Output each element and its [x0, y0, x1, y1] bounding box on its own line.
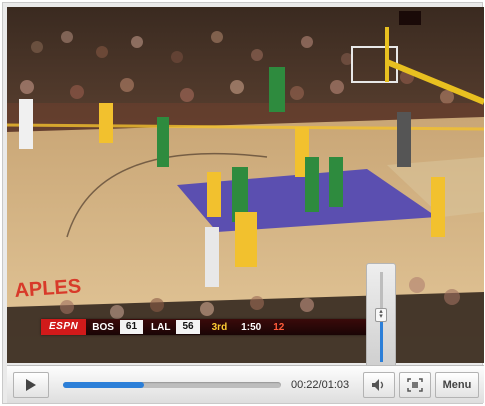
time-display: 00:22/01:03 [291, 379, 350, 391]
volume-button[interactable] [363, 372, 395, 398]
play-button[interactable] [13, 372, 49, 398]
video-player: APLES ESPN BOS 61 LAL 56 3rd 1:50 12 ▴ ▾… [2, 2, 484, 404]
away-team: BOS [92, 321, 114, 333]
away-score: 61 [119, 320, 144, 334]
volume-handle[interactable]: ▴ ▾ [375, 307, 387, 322]
fullscreen-icon [407, 378, 423, 392]
floor-logo-text: APLES [14, 275, 82, 302]
video-area[interactable]: APLES ESPN BOS 61 LAL 56 3rd 1:50 12 [7, 7, 484, 363]
play-icon [26, 379, 36, 391]
home-score: 56 [176, 320, 200, 334]
control-bar: 00:22/01:03 Menu [7, 365, 484, 403]
progress-bar[interactable] [63, 382, 281, 388]
volume-popup: ▴ ▾ [366, 263, 396, 369]
home-team: LAL [151, 321, 171, 333]
speaker-icon [372, 379, 384, 391]
menu-button[interactable]: Menu [435, 372, 479, 398]
game-clock: 1:50 [241, 321, 262, 333]
quarter: 3rd [211, 321, 228, 333]
fullscreen-button[interactable] [399, 372, 431, 398]
network-logo: ESPN [41, 319, 87, 335]
score-bug: ESPN BOS 61 LAL 56 3rd 1:50 12 [41, 319, 371, 335]
shot-clock: 12 [273, 321, 285, 333]
basketball-game-frame: APLES [7, 7, 484, 363]
progress-fill [63, 382, 144, 388]
